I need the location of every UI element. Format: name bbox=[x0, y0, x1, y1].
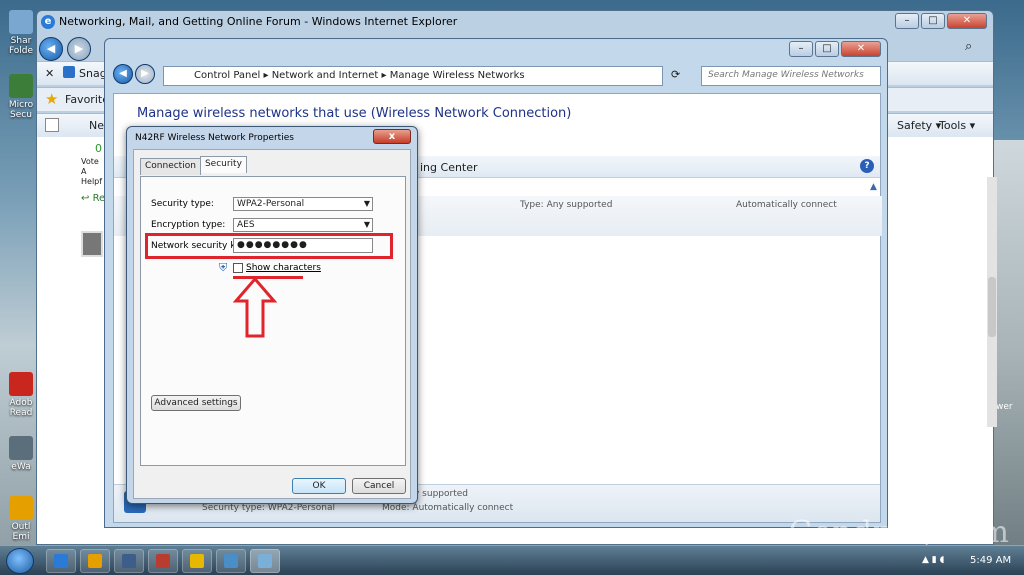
desktop-icon[interactable]: eWa bbox=[4, 436, 38, 472]
desktop-icon-image bbox=[9, 372, 33, 396]
ie-title: Networking, Mail, and Getting Online For… bbox=[59, 15, 458, 28]
breadcrumb-control-panel[interactable]: Control Panel bbox=[194, 70, 260, 81]
desktop-icon-label: Outl Emi bbox=[11, 522, 31, 542]
vote-helpful-text[interactable]: Vote A Helpf bbox=[81, 157, 105, 187]
chevron-down-icon: ▼ bbox=[363, 220, 370, 229]
collapse-chevron-icon[interactable]: ▲ bbox=[870, 182, 877, 192]
desktop-icon-label: Micro Secu bbox=[8, 100, 34, 120]
ie-logo-icon: e bbox=[41, 15, 55, 29]
show-characters-checkbox[interactable] bbox=[233, 263, 243, 273]
reply-link[interactable]: ↩ Re bbox=[81, 193, 105, 204]
security-key-label: Network security key bbox=[151, 241, 246, 251]
network-row-mode: Automatically connect bbox=[736, 200, 837, 210]
desktop-icon-label: Adob Read bbox=[9, 398, 33, 418]
breadcrumb-manage-wireless[interactable]: Manage Wireless Networks bbox=[390, 70, 525, 81]
cp-forward-button[interactable]: ▶ bbox=[135, 64, 155, 84]
shield-icon: ⛨ bbox=[219, 261, 228, 274]
desktop-icon-label: Shar Folde bbox=[8, 36, 34, 56]
cp-maximize-button[interactable]: □ bbox=[815, 41, 839, 57]
up-arrow-annotation-icon bbox=[233, 277, 277, 338]
encryption-type-label: Encryption type: bbox=[151, 220, 226, 230]
cp-search-input[interactable]: Search Manage Wireless Networks bbox=[701, 66, 881, 86]
taskbar-ie-button[interactable] bbox=[46, 549, 76, 573]
taskbar-outlook-button[interactable] bbox=[80, 549, 110, 573]
quick-tabs-icon[interactable] bbox=[45, 118, 59, 132]
security-tab-panel: Security type: WPA2-Personal ▼ Encryption… bbox=[140, 176, 406, 466]
ok-button[interactable]: OK bbox=[292, 478, 346, 494]
cp-close-button[interactable]: ✕ bbox=[841, 41, 881, 57]
desktop-icon[interactable]: Shar Folde bbox=[4, 10, 38, 56]
taskbar: ▲ ▮ ◖ 5:49 AM bbox=[0, 545, 1024, 575]
security-type-label: Security type: bbox=[151, 199, 214, 209]
advanced-settings-button[interactable]: Advanced settings bbox=[151, 395, 241, 411]
desktop-icon-image bbox=[9, 10, 33, 34]
taskbar-clock[interactable]: 5:49 AM bbox=[970, 555, 1011, 566]
details-type: y supported bbox=[414, 489, 468, 499]
minimize-button[interactable]: – bbox=[895, 13, 919, 29]
security-key-input[interactable]: ●●●●●●●● bbox=[233, 238, 373, 253]
dialog-tabs: Connection Security bbox=[140, 156, 247, 175]
close-button[interactable]: ✕ bbox=[947, 13, 987, 29]
encryption-type-select[interactable]: AES ▼ bbox=[233, 218, 373, 232]
dialog-body: Connection Security Security type: WPA2-… bbox=[133, 149, 411, 499]
desktop-right-label: wer bbox=[996, 402, 1013, 412]
cancel-button[interactable]: Cancel bbox=[352, 478, 406, 494]
show-characters-label[interactable]: Show characters bbox=[246, 263, 321, 273]
tray-icons[interactable]: ▲ ▮ ◖ bbox=[922, 555, 944, 565]
ie-forward-button[interactable]: ▶ bbox=[67, 37, 91, 61]
taskbar-explorer-button[interactable] bbox=[216, 549, 246, 573]
favorites-star-icon: ★ bbox=[45, 90, 59, 108]
refresh-icon[interactable]: ⟳ bbox=[671, 68, 680, 81]
ie-scrollbar[interactable] bbox=[987, 177, 997, 427]
address-bar[interactable]: Control Panel ▸ Network and Internet ▸ M… bbox=[163, 66, 663, 86]
tab-connection[interactable]: Connection bbox=[140, 158, 201, 175]
ie-window-controls: – □ ✕ bbox=[895, 13, 987, 29]
cp-back-button[interactable]: ◀ bbox=[113, 64, 133, 84]
dialog-title: N42RF Wireless Network Properties bbox=[135, 133, 294, 143]
dialog-close-button[interactable]: x bbox=[373, 129, 411, 144]
vote-count: 0 bbox=[95, 142, 102, 155]
desktop-icon[interactable]: Adob Read bbox=[4, 372, 38, 418]
details-mode: Mode: Automatically connect bbox=[382, 503, 514, 513]
chevron-down-icon: ▼ bbox=[363, 199, 370, 208]
cp-minimize-button[interactable]: – bbox=[789, 41, 813, 57]
desktop-icon-image bbox=[9, 496, 33, 520]
network-properties-dialog: N42RF Wireless Network Properties x Conn… bbox=[126, 126, 418, 504]
tools-menu[interactable]: Tools ▾ bbox=[939, 119, 975, 132]
desktop-icon[interactable]: Outl Emi bbox=[4, 496, 38, 542]
desktop-icon-image bbox=[9, 436, 33, 460]
sharing-center-link[interactable]: ing Center bbox=[420, 161, 478, 174]
desktop-icon-label: eWa bbox=[11, 462, 31, 472]
taskbar-app-button[interactable] bbox=[148, 549, 178, 573]
ie-back-button[interactable]: ◀ bbox=[39, 37, 63, 61]
network-row-type: Type: Any supported bbox=[520, 200, 613, 210]
ie-search-icon[interactable]: ⌕ bbox=[965, 39, 972, 54]
tab-security[interactable]: Security bbox=[199, 156, 247, 173]
safety-menu[interactable]: Safety ▾ bbox=[897, 119, 941, 132]
details-security-type: Security type: WPA2-Personal bbox=[202, 503, 335, 513]
start-button[interactable] bbox=[6, 548, 34, 574]
cp-window-controls: – □ ✕ bbox=[789, 41, 881, 57]
desktop-icon-image bbox=[9, 74, 33, 98]
taskbar-control-panel-button[interactable] bbox=[250, 549, 280, 573]
taskbar-app-button[interactable] bbox=[182, 549, 212, 573]
taskbar-app-button[interactable] bbox=[114, 549, 144, 573]
desktop-icon[interactable]: Micro Secu bbox=[4, 74, 38, 120]
security-type-select[interactable]: WPA2-Personal ▼ bbox=[233, 197, 373, 211]
close-tab-icon[interactable]: ✕ bbox=[45, 67, 54, 80]
breadcrumb-network[interactable]: Network and Internet bbox=[272, 70, 379, 81]
avatar bbox=[81, 231, 103, 257]
maximize-button[interactable]: □ bbox=[921, 13, 945, 29]
snagit-icon bbox=[63, 66, 75, 78]
page-title: Manage wireless networks that use (Wirel… bbox=[137, 106, 572, 121]
help-icon[interactable]: ? bbox=[860, 159, 874, 173]
